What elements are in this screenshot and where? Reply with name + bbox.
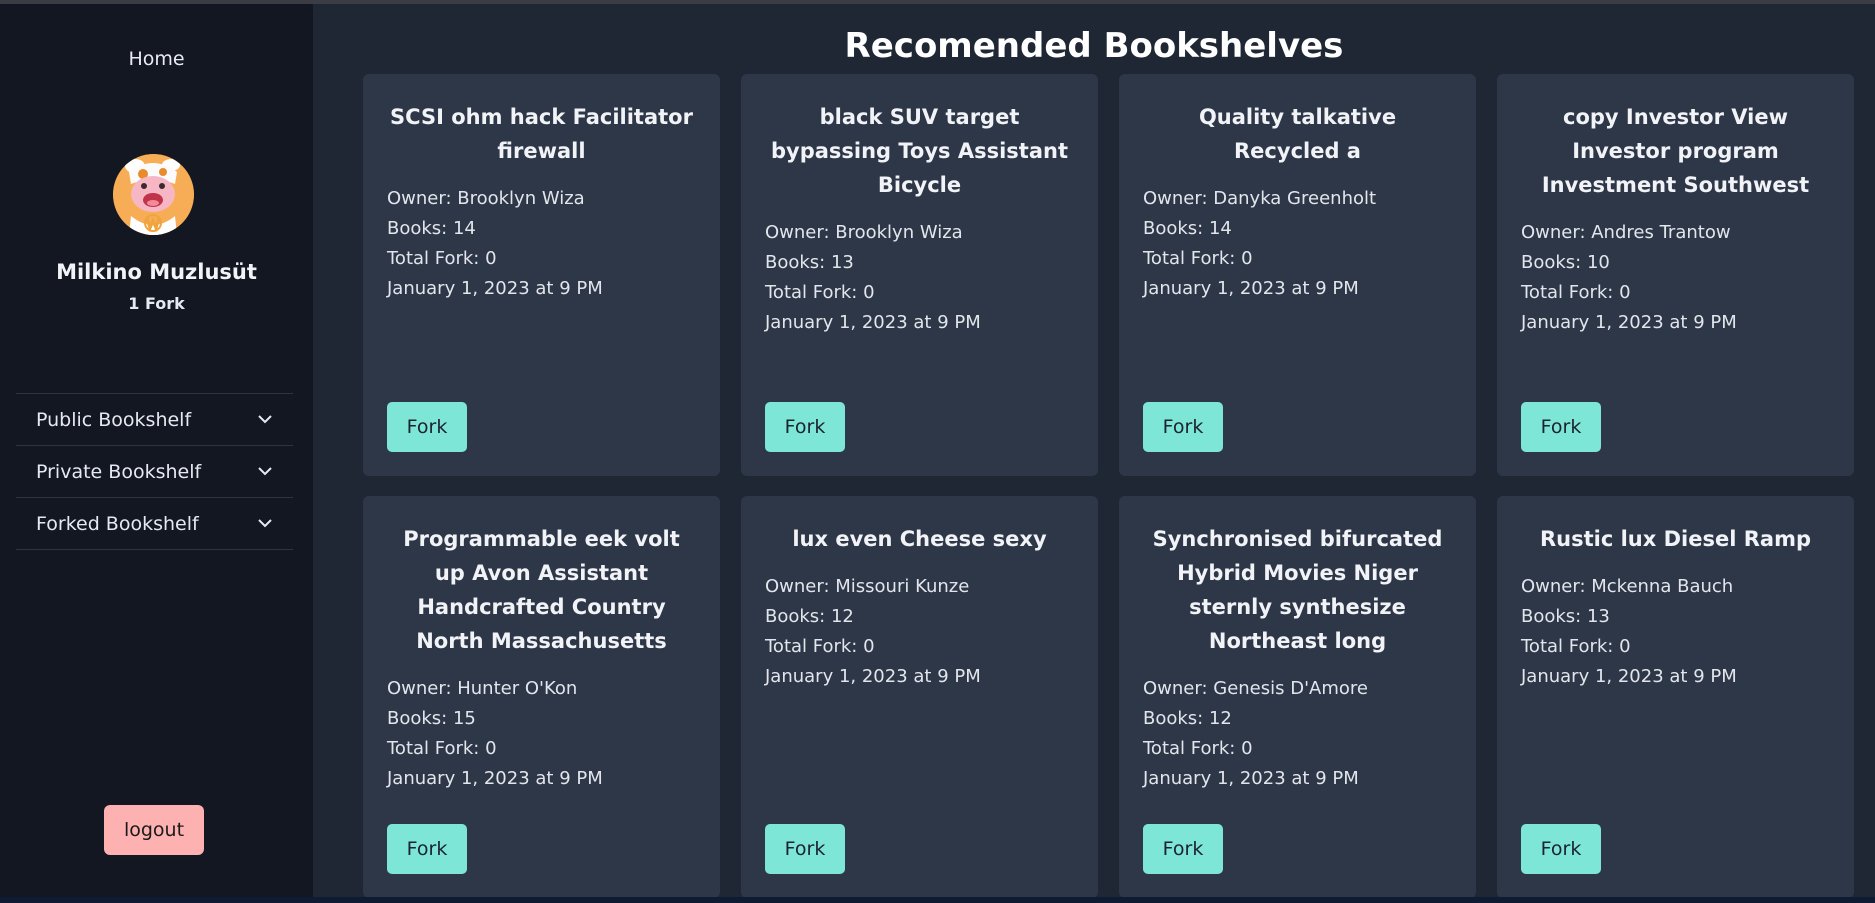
fork-button[interactable]: Fork bbox=[387, 824, 467, 874]
bookshelf-books: Books: 15 bbox=[387, 708, 476, 729]
menu-item-public-bookshelf[interactable]: Public Bookshelf bbox=[16, 394, 293, 446]
chevron-down-icon bbox=[257, 516, 273, 532]
cow-avatar-icon bbox=[113, 154, 194, 235]
fork-button[interactable]: Fork bbox=[1143, 402, 1223, 452]
bookshelf-date: January 1, 2023 at 9 PM bbox=[1143, 768, 1359, 789]
bookshelf-total-fork: Total Fork: 0 bbox=[1521, 636, 1631, 657]
bookshelf-title: black SUV target bypassing Toys Assistan… bbox=[770, 105, 1069, 197]
bookshelf-card: SCSI ohm hack Facilitator firewall Owner… bbox=[363, 74, 720, 476]
bookshelf-books: Books: 14 bbox=[1143, 218, 1232, 239]
bookshelf-owner: Owner: Missouri Kunze bbox=[765, 576, 970, 597]
bookshelf-title: SCSI ohm hack Facilitator firewall bbox=[390, 105, 693, 163]
bookshelf-title: Quality talkative Recycled a bbox=[1198, 105, 1397, 163]
menu-item-label: Public Bookshelf bbox=[36, 408, 192, 431]
avatar bbox=[113, 154, 194, 235]
bookshelf-card: Quality talkative Recycled a Owner: Dany… bbox=[1119, 74, 1476, 476]
bookshelf-title: Rustic lux Diesel Ramp bbox=[1539, 527, 1811, 551]
bookshelf-owner: Owner: Mckenna Bauch bbox=[1521, 576, 1734, 597]
bookshelf-books: Books: 14 bbox=[387, 218, 476, 239]
bookshelf-total-fork: Total Fork: 0 bbox=[1143, 738, 1253, 759]
bookshelf-books: Books: 13 bbox=[765, 252, 854, 273]
bookshelf-card: Programmable eek volt up Avon Assistant … bbox=[363, 496, 720, 898]
bookshelf-owner: Owner: Hunter O'Kon bbox=[387, 678, 578, 699]
fork-button[interactable]: Fork bbox=[1143, 824, 1223, 874]
fork-button[interactable]: Fork bbox=[765, 824, 845, 874]
bookshelf-owner: Owner: Andres Trantow bbox=[1521, 222, 1731, 243]
bookshelf-total-fork: Total Fork: 0 bbox=[765, 282, 875, 303]
bookshelf-card: Synchronised bifurcated Hybrid Movies Ni… bbox=[1119, 496, 1476, 898]
fork-button[interactable]: Fork bbox=[387, 402, 467, 452]
bookshelf-owner: Owner: Danyka Greenholt bbox=[1143, 188, 1377, 209]
bookshelf-owner: Owner: Genesis D'Amore bbox=[1143, 678, 1368, 699]
bookshelf-date: January 1, 2023 at 9 PM bbox=[387, 278, 603, 299]
bookshelf-total-fork: Total Fork: 0 bbox=[387, 248, 497, 269]
menu-item-forked-bookshelf[interactable]: Forked Bookshelf bbox=[16, 498, 293, 550]
chevron-down-icon bbox=[257, 412, 273, 428]
app-layout: Home Milkino Muzlusüt 1 Fork Public Book… bbox=[0, 4, 1875, 898]
bookshelf-books: Books: 13 bbox=[1521, 606, 1610, 627]
bookshelf-title: Synchronised bifurcated Hybrid Movies Ni… bbox=[1152, 527, 1443, 653]
bookshelf-date: January 1, 2023 at 9 PM bbox=[1521, 312, 1737, 333]
bookshelf-owner: Owner: Brooklyn Wiza bbox=[387, 188, 585, 209]
bookshelf-owner: Owner: Brooklyn Wiza bbox=[765, 222, 963, 243]
bookshelf-books: Books: 10 bbox=[1521, 252, 1610, 273]
bookshelf-card: copy Investor View Investor program Inve… bbox=[1497, 74, 1854, 476]
logout-button[interactable]: logout bbox=[104, 805, 204, 855]
fork-button[interactable]: Fork bbox=[1521, 824, 1601, 874]
menu-item-private-bookshelf[interactable]: Private Bookshelf bbox=[16, 446, 293, 498]
home-link[interactable]: Home bbox=[0, 48, 313, 70]
bookshelf-title: Programmable eek volt up Avon Assistant … bbox=[403, 527, 680, 653]
bookshelf-card: lux even Cheese sexy Owner: Missouri Kun… bbox=[741, 496, 1098, 898]
menu-item-label: Private Bookshelf bbox=[36, 460, 202, 483]
menu-item-label: Forked Bookshelf bbox=[36, 512, 199, 535]
page-title: Recomended Bookshelves bbox=[844, 26, 1344, 66]
bookshelf-title: lux even Cheese sexy bbox=[792, 527, 1047, 551]
bookshelf-total-fork: Total Fork: 0 bbox=[387, 738, 497, 759]
bookshelf-books: Books: 12 bbox=[1143, 708, 1232, 729]
bookshelf-card: black SUV target bypassing Toys Assistan… bbox=[741, 74, 1098, 476]
sidebar: Home Milkino Muzlusüt 1 Fork Public Book… bbox=[0, 4, 313, 897]
main-content: Recomended Bookshelves SCSI ohm hack Fac… bbox=[313, 4, 1875, 898]
taskbar-edge bbox=[0, 897, 1875, 903]
user-fork-count: 1 Fork bbox=[128, 294, 185, 313]
bookshelf-date: January 1, 2023 at 9 PM bbox=[765, 666, 981, 687]
fork-button[interactable]: Fork bbox=[1521, 402, 1601, 452]
bookshelf-books: Books: 12 bbox=[765, 606, 854, 627]
bookshelf-date: January 1, 2023 at 9 PM bbox=[1143, 278, 1359, 299]
bookshelf-card: Rustic lux Diesel Ramp Owner: Mckenna Ba… bbox=[1497, 496, 1854, 898]
bookshelf-total-fork: Total Fork: 0 bbox=[765, 636, 875, 657]
bookshelf-total-fork: Total Fork: 0 bbox=[1521, 282, 1631, 303]
chevron-down-icon bbox=[257, 464, 273, 480]
bookshelf-date: January 1, 2023 at 9 PM bbox=[1521, 666, 1737, 687]
bookshelf-total-fork: Total Fork: 0 bbox=[1143, 248, 1253, 269]
bookshelf-menu: Public Bookshelf Private Bookshelf Forke… bbox=[16, 393, 293, 550]
fork-button[interactable]: Fork bbox=[765, 402, 845, 452]
bookshelf-date: January 1, 2023 at 9 PM bbox=[765, 312, 981, 333]
bookshelf-grid: SCSI ohm hack Facilitator firewall Owner… bbox=[363, 74, 1854, 898]
bookshelf-date: January 1, 2023 at 9 PM bbox=[387, 768, 603, 789]
bookshelf-title: copy Investor View Investor program Inve… bbox=[1541, 105, 1810, 197]
user-name: Milkino Muzlusüt bbox=[56, 260, 257, 284]
